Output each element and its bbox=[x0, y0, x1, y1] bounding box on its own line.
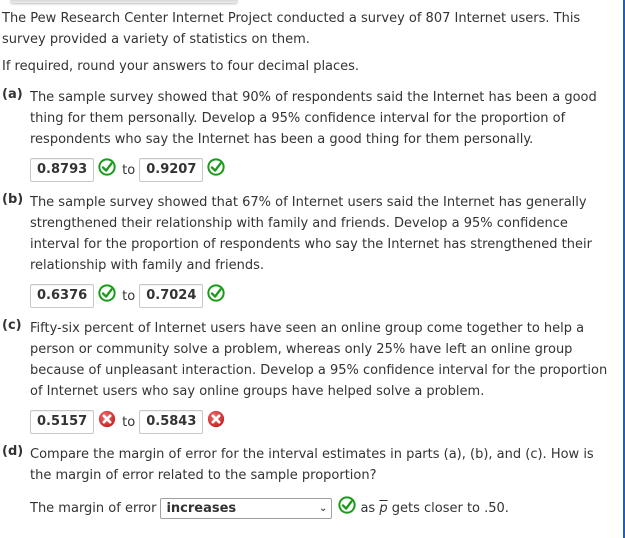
upper-bound-input[interactable]: 0.9207 bbox=[139, 158, 204, 182]
question-c: (c) Fifty-six percent of Internet users … bbox=[2, 318, 614, 435]
question-content: The Pew Research Center Internet Project… bbox=[2, 8, 614, 521]
question-label: (d) bbox=[2, 444, 24, 459]
check-icon bbox=[338, 496, 357, 514]
check-icon bbox=[207, 284, 226, 302]
question-text: The sample survey showed that 67% of Int… bbox=[30, 195, 592, 273]
lower-bound-input[interactable]: 0.6376 bbox=[30, 284, 95, 308]
question-text: Fifty-six percent of Internet users have… bbox=[30, 321, 608, 399]
answer-row-c: 0.5157 to 0.5843 bbox=[30, 409, 614, 435]
x-icon bbox=[208, 410, 225, 428]
question-label: (b) bbox=[2, 192, 24, 207]
answer-suffix-as: as bbox=[360, 500, 376, 516]
question-label: (a) bbox=[2, 87, 23, 102]
answer-prefix: The margin of error bbox=[30, 500, 157, 516]
answer-row-d: The margin of error increases ⌄ as p get… bbox=[30, 495, 614, 521]
question-a: (a) The sample survey showed that 90% of… bbox=[2, 87, 614, 183]
lower-bound-input[interactable]: 0.8793 bbox=[30, 158, 95, 182]
lower-bound-input[interactable]: 0.5157 bbox=[30, 410, 95, 434]
interval-connector: to bbox=[122, 414, 136, 430]
check-icon bbox=[207, 158, 226, 176]
rounding-instruction: If required, round your answers to four … bbox=[2, 59, 360, 74]
chevron-down-icon: ⌄ bbox=[319, 502, 328, 514]
question-text: Compare the margin of error for the inte… bbox=[30, 447, 594, 483]
intro-text: The Pew Research Center Internet Project… bbox=[2, 11, 581, 47]
upper-bound-input[interactable]: 0.5843 bbox=[139, 410, 204, 434]
question-label: (c) bbox=[2, 318, 22, 333]
check-icon bbox=[98, 284, 116, 302]
check-icon bbox=[98, 158, 116, 176]
question-text: The sample survey showed that 90% of res… bbox=[30, 90, 597, 147]
answer-suffix: gets closer to .50. bbox=[391, 500, 509, 516]
margin-of-error-select[interactable]: increases ⌄ bbox=[160, 497, 333, 519]
x-icon bbox=[99, 410, 116, 428]
selected-option: increases bbox=[166, 500, 237, 516]
question-d: (d) Compare the margin of error for the … bbox=[2, 444, 614, 521]
p-bar-symbol: p bbox=[379, 500, 388, 516]
collapsed-panel-edge bbox=[10, 0, 238, 3]
question-b: (b) The sample survey showed that 67% of… bbox=[2, 192, 614, 309]
answer-row-b: 0.6376 to 0.7024 bbox=[30, 283, 614, 309]
interval-connector: to bbox=[122, 162, 136, 178]
upper-bound-input[interactable]: 0.7024 bbox=[139, 284, 204, 308]
interval-connector: to bbox=[122, 288, 136, 304]
answer-row-a: 0.8793 to 0.9207 bbox=[30, 157, 614, 183]
